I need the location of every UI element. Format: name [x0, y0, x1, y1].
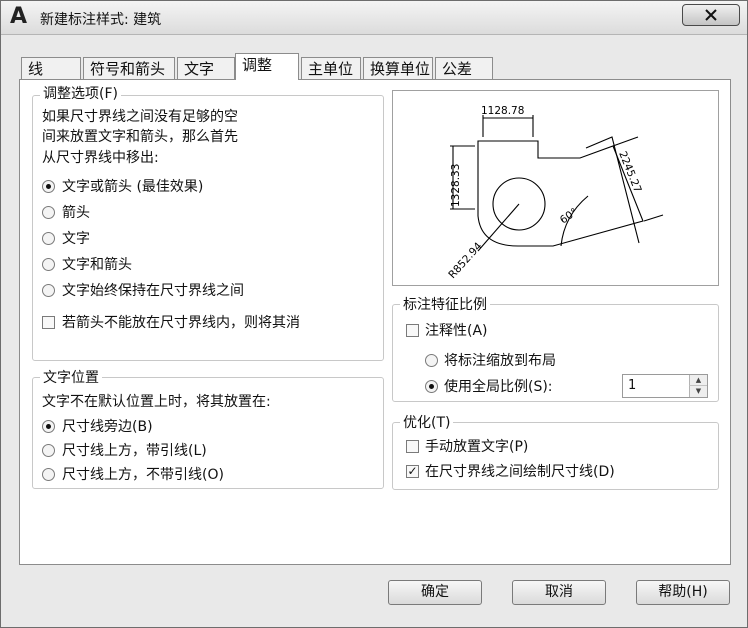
preview-radius-leader — [477, 203, 520, 252]
beside-dimension-line-label: 尺寸线旁边(B) — [62, 419, 153, 435]
tab-text[interactable]: 文字 — [177, 57, 235, 80]
suppress-arrows-checkbox[interactable] — [42, 316, 55, 329]
preview-left-dimension: 1328.33 — [450, 164, 462, 207]
draw-dim-line-checkbox[interactable]: ✓ — [406, 465, 419, 478]
fit-description-line-2: 间来放置文字和箭头，那么首先 — [42, 129, 238, 145]
tab-lines[interactable]: 线 — [21, 57, 81, 80]
fit-both-label: 文字和箭头 — [62, 257, 132, 273]
fit-text-label: 文字 — [62, 231, 90, 247]
fit-arrows-label: 箭头 — [62, 205, 90, 221]
beside-dimension-line-radio[interactable] — [42, 420, 55, 433]
suppress-arrows-label: 若箭头不能放在尺寸界线内，则将其消 — [62, 315, 300, 331]
over-line-without-leader-label: 尺寸线上方，不带引线(O) — [62, 467, 224, 483]
tab-fit[interactable]: 调整 — [235, 53, 299, 80]
global-scale-value: 1 — [628, 378, 637, 393]
preview-top-dimension: 1128.78 — [481, 105, 524, 117]
draw-dim-line-label: 在尺寸界线之间绘制尺寸线(D) — [425, 464, 615, 480]
text-placement-description: 文字不在默认位置上时，将其放置在: — [42, 394, 271, 410]
global-scale-radio[interactable] — [425, 380, 438, 393]
close-icon — [705, 9, 717, 21]
over-line-without-leader-radio[interactable] — [42, 468, 55, 481]
tab-alternate-units[interactable]: 换算单位 — [363, 57, 433, 80]
help-button[interactable]: 帮助(H) — [636, 580, 730, 605]
place-text-manually-label: 手动放置文字(P) — [425, 439, 529, 455]
dimension-style-dialog: A 新建标注样式: 建筑 线 符号和箭头 文字 调整 主单位 换算单位 公差 调… — [0, 0, 748, 628]
fit-always-keep-text-radio[interactable] — [42, 284, 55, 297]
over-line-with-leader-label: 尺寸线上方，带引线(L) — [62, 443, 207, 459]
preview-right-dimension: 2245.27 — [616, 150, 643, 195]
annotative-checkbox[interactable] — [406, 324, 419, 337]
fit-text-or-arrows-label: 文字或箭头 (最佳效果) — [62, 179, 204, 195]
fine-tuning-legend: 优化(T) — [400, 412, 454, 432]
global-scale-spinner[interactable]: 1 ▲ ▼ — [622, 374, 708, 398]
fit-description-line-1: 如果尺寸界线之间没有足够的空 — [42, 109, 238, 125]
title-bar: A 新建标注样式: 建筑 — [1, 1, 747, 35]
text-placement-legend: 文字位置 — [40, 367, 102, 387]
fit-description-line-3: 从尺寸界线中移出: — [42, 150, 159, 166]
fit-options-legend: 调整选项(F) — [40, 83, 121, 103]
annotative-label: 注释性(A) — [425, 323, 488, 339]
fit-text-radio[interactable] — [42, 232, 55, 245]
scale-to-layout-radio[interactable] — [425, 354, 438, 367]
over-line-with-leader-radio[interactable] — [42, 444, 55, 457]
preview-radius-dimension: R852.94 — [446, 240, 485, 281]
close-button[interactable] — [682, 4, 740, 26]
spinner-down-icon[interactable]: ▼ — [689, 386, 707, 397]
scale-features-legend: 标注特征比例 — [400, 294, 490, 314]
fit-both-radio[interactable] — [42, 258, 55, 271]
dimension-preview: 1128.78 1328.33 2245.27 60° R852.94 — [392, 90, 719, 286]
ok-button[interactable]: 确定 — [388, 580, 482, 605]
autocad-a-icon: A — [10, 4, 28, 29]
preview-drawing: 1128.78 1328.33 2245.27 60° R852.94 — [446, 105, 664, 281]
scale-to-layout-label: 将标注缩放到布局 — [444, 353, 556, 369]
global-scale-label: 使用全局比例(S): — [444, 379, 553, 395]
tab-tolerances[interactable]: 公差 — [435, 57, 493, 80]
fit-text-or-arrows-radio[interactable] — [42, 180, 55, 193]
tab-primary-units[interactable]: 主单位 — [301, 57, 361, 80]
preview-angle-dimension: 60° — [558, 206, 580, 227]
place-text-manually-checkbox[interactable] — [406, 440, 419, 453]
tab-symbols-arrows[interactable]: 符号和箭头 — [83, 57, 175, 80]
fit-tab-panel: 调整选项(F) 如果尺寸界线之间没有足够的空 间来放置文字和箭头，那么首先 从尺… — [19, 79, 731, 565]
fit-arrows-radio[interactable] — [42, 206, 55, 219]
cancel-button[interactable]: 取消 — [512, 580, 606, 605]
fit-always-keep-text-label: 文字始终保持在尺寸界线之间 — [62, 283, 244, 299]
spinner-up-icon[interactable]: ▲ — [689, 375, 707, 386]
window-title: 新建标注样式: 建筑 — [40, 12, 162, 28]
